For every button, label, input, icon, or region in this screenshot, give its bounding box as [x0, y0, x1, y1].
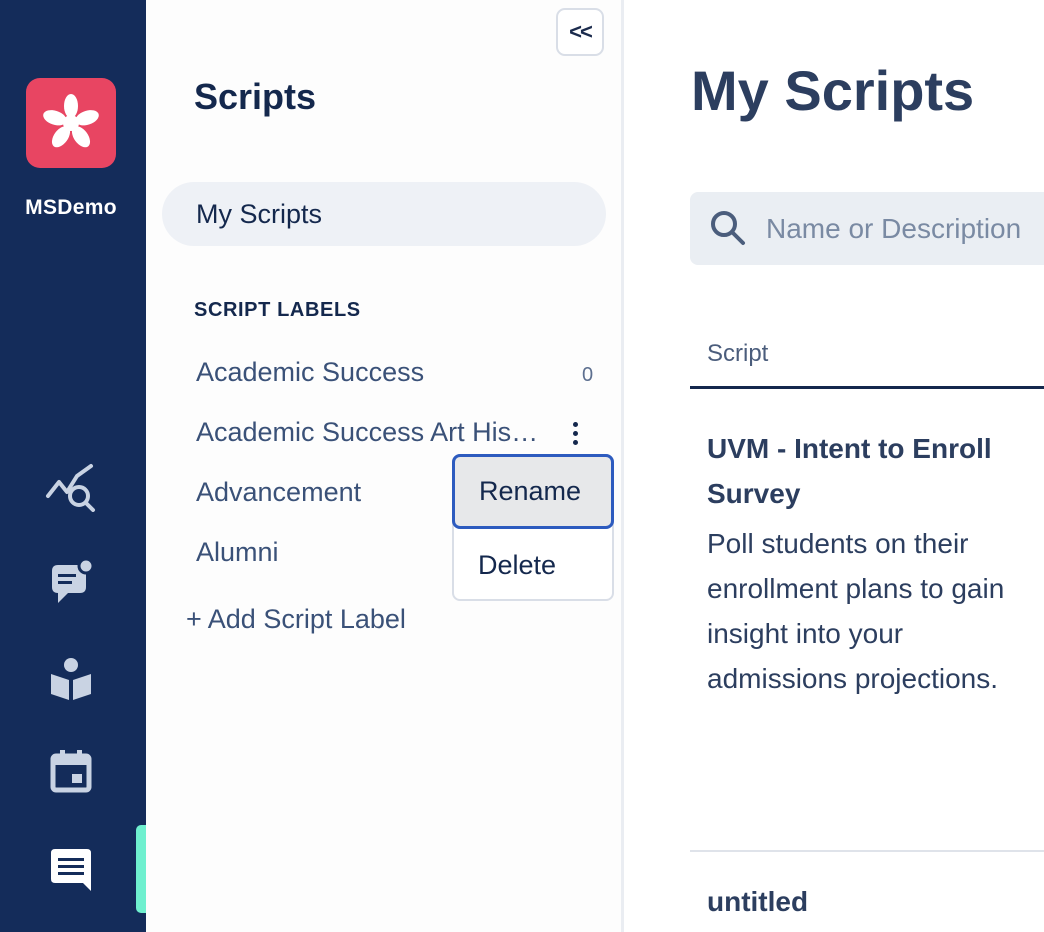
chat-bubble-icon [52, 557, 95, 603]
script-row-title[interactable]: UVM - Intent to Enroll Survey [707, 426, 1037, 516]
search-input[interactable] [766, 208, 1044, 250]
script-label-item[interactable]: Academic Success 0 [196, 352, 596, 392]
script-label-name: Academic Success Art His… [196, 416, 539, 447]
left-rail: MSDemo [0, 0, 146, 932]
sidebar-item-label: My Scripts [196, 198, 323, 229]
sidebar-item-my-scripts[interactable]: My Scripts [162, 182, 606, 246]
rename-menu-item[interactable]: Rename [452, 454, 614, 529]
delete-menu-item[interactable]: Delete [454, 530, 612, 600]
org-logo[interactable] [26, 78, 116, 168]
analytics-search-icon [46, 464, 95, 512]
script-row-description: Poll students on their enrollment plans … [707, 528, 1005, 694]
search-icon [711, 211, 745, 245]
calendar-icon [50, 750, 92, 793]
rail-analytics-button[interactable] [42, 460, 100, 514]
add-script-label-button[interactable]: + Add Script Label [186, 604, 406, 635]
rail-chat-button[interactable] [42, 555, 100, 609]
script-label-count: 0 [582, 364, 594, 386]
script-label-name: Alumni [196, 536, 279, 567]
main-content: My Scripts Script UVM - Intent to Enroll… [627, 0, 1044, 932]
script-labels-heading: SCRIPT LABELS [194, 299, 361, 321]
rail-calendar-button[interactable] [42, 744, 100, 798]
page-title: My Scripts [691, 59, 975, 122]
script-row-title[interactable]: untitled [707, 886, 808, 918]
script-label-item[interactable]: Academic Success Art His… [196, 412, 596, 452]
script-label-name: Academic Success [196, 356, 425, 387]
header-divider [690, 386, 1044, 389]
rail-active-indicator [136, 825, 146, 913]
sidebar-title: Scripts [194, 76, 317, 117]
collapse-sidebar-button[interactable]: << [556, 8, 604, 56]
reading-person-icon [51, 658, 91, 700]
rail-learning-button[interactable] [42, 652, 100, 706]
app-window: MSDemo << Scripts My Scripts SCRIPT LABE… [0, 0, 1044, 932]
column-header-script[interactable]: Script [707, 340, 768, 368]
script-label-name: Advancement [196, 476, 362, 507]
rail-messages-button[interactable] [42, 842, 100, 896]
asterisk-logo-icon [43, 94, 99, 148]
org-name: MSDemo [25, 196, 117, 219]
message-icon [51, 849, 91, 891]
label-options-kebab-icon[interactable] [564, 418, 586, 448]
label-context-menu: Rename Delete [452, 454, 614, 601]
search-box [690, 192, 1044, 265]
row-divider [690, 850, 1044, 852]
